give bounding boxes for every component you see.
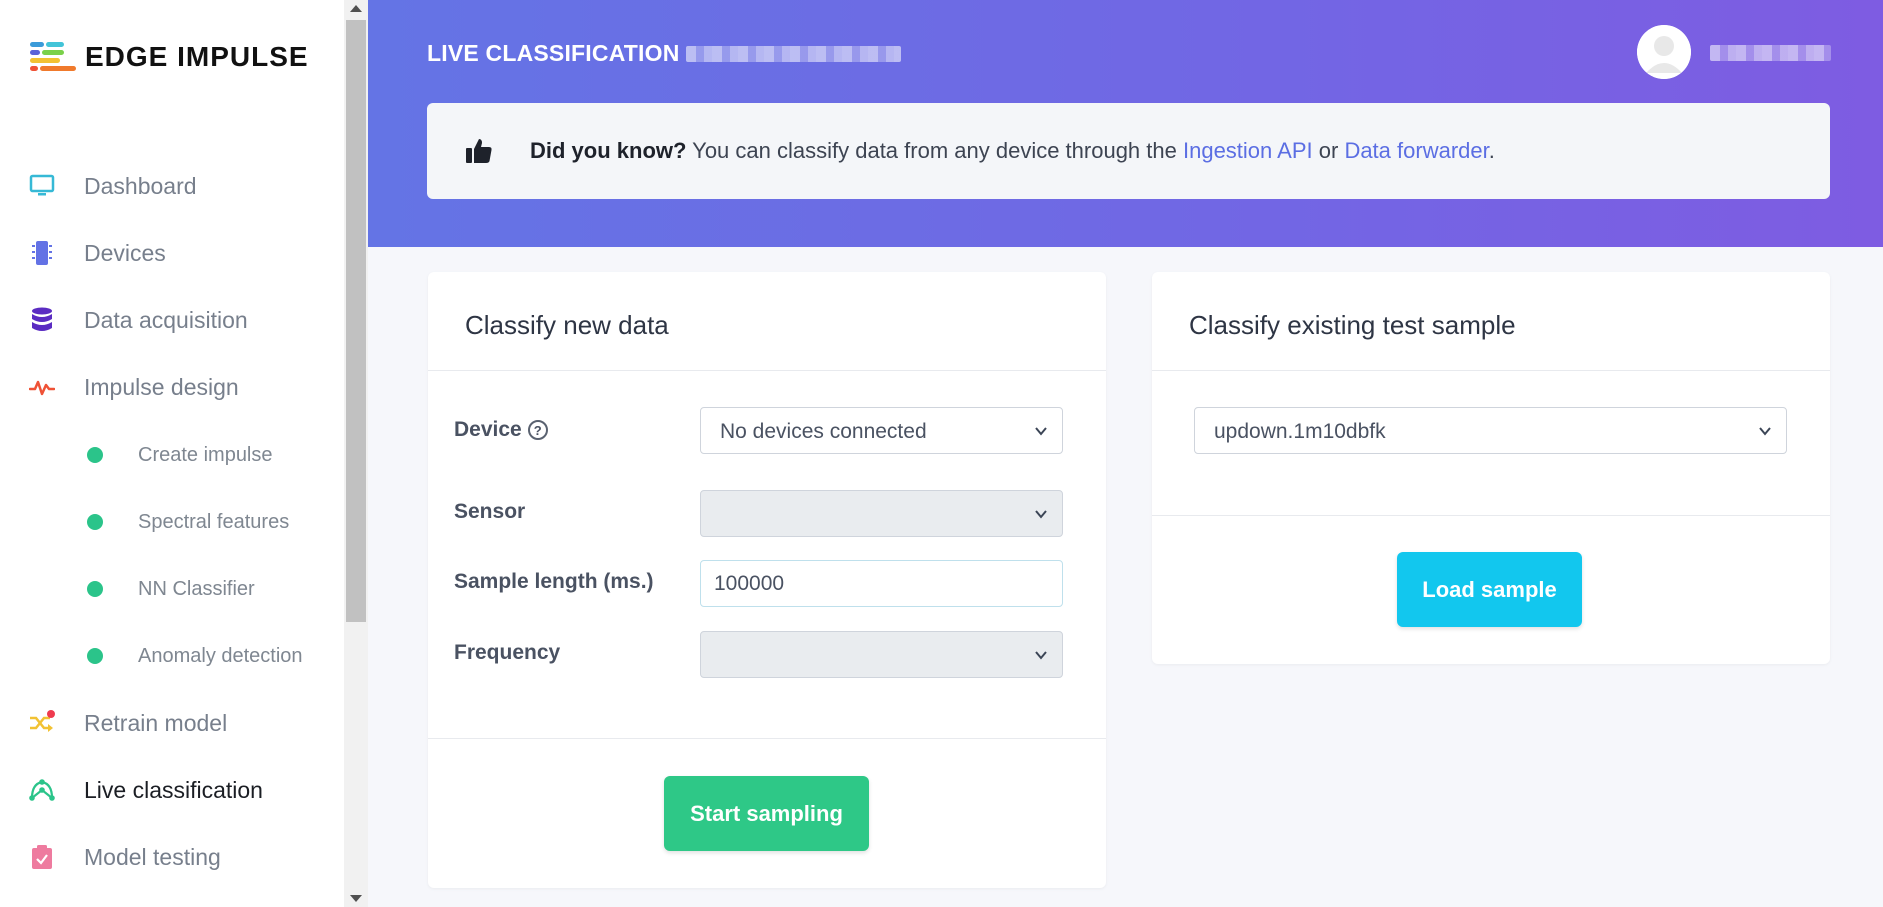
start-sampling-button[interactable]: Start sampling	[664, 776, 869, 851]
sample-length-label-text: Sample length (ms.)	[454, 570, 654, 593]
data-forwarder-link[interactable]: Data forwarder	[1344, 138, 1488, 163]
avatar[interactable]	[1637, 25, 1691, 79]
sidebar-subitem-label: Create impulse	[138, 443, 273, 466]
divider	[1152, 370, 1830, 371]
monitor-icon	[28, 172, 56, 200]
sidebar-subitem-label: NN Classifier	[138, 577, 255, 600]
redacted-project-name	[685, 45, 901, 62]
database-icon	[28, 306, 56, 334]
did-you-know-banner: Did you know? You can classify data from…	[427, 103, 1830, 199]
sample-length-label: Sample length (ms.)	[454, 570, 654, 594]
sidebar-item-devices[interactable]: Devices	[0, 229, 344, 277]
chevron-down-icon	[1035, 427, 1047, 436]
sidebar-subitem-label: Anomaly detection	[138, 644, 303, 667]
sensor-label-text: Sensor	[454, 500, 526, 523]
device-select[interactable]: No devices connected	[700, 407, 1063, 454]
status-dot-icon	[87, 581, 103, 597]
device-select-value: No devices connected	[720, 420, 927, 443]
classify-existing-sample-card: Classify existing test sample updown.1m1…	[1152, 272, 1830, 664]
load-sample-button[interactable]: Load sample	[1397, 552, 1582, 627]
device-label-text: Device	[454, 418, 522, 441]
status-dot-icon	[87, 648, 103, 664]
sensor-label: Sensor	[454, 500, 525, 524]
scroll-up-arrow-icon[interactable]	[350, 5, 362, 12]
chip-icon	[28, 239, 56, 267]
tip-end: .	[1488, 138, 1495, 163]
page-header: LIVE CLASSIFICATION Did you know? You ca…	[368, 0, 1883, 247]
ingestion-api-link[interactable]: Ingestion API	[1183, 138, 1313, 163]
tip-strong: Did you know?	[530, 138, 687, 163]
sidebar-item-label: Data acquisition	[84, 306, 248, 333]
pulse-icon	[28, 373, 56, 401]
clipboard-check-icon	[28, 843, 56, 871]
tip-middle: or	[1312, 138, 1345, 163]
sidebar-item-label: Impulse design	[84, 373, 239, 400]
logo-text: EDGE IMPULSE	[85, 41, 309, 72]
card-title: Classify new data	[465, 310, 669, 340]
test-sample-select-value: updown.1m10dbfk	[1214, 420, 1386, 443]
sidebar-subitem-spectral-features[interactable]: Spectral features	[0, 500, 344, 544]
tip-text: Did you know? You can classify data from…	[530, 138, 1495, 164]
sidebar-subitem-anomaly-detection[interactable]: Anomaly detection	[0, 634, 344, 678]
test-sample-select[interactable]: updown.1m10dbfk	[1194, 407, 1787, 454]
user-avatar-icon	[1637, 25, 1691, 79]
sidebar-item-live-classification[interactable]: Live classification	[0, 766, 344, 814]
divider	[428, 370, 1106, 371]
shuffle-icon	[28, 709, 56, 737]
chevron-down-icon	[1035, 651, 1047, 660]
sidebar-item-model-testing[interactable]: Model testing	[0, 833, 344, 881]
chevron-down-icon	[1759, 427, 1771, 436]
network-icon	[28, 776, 56, 804]
page-title-wrap: LIVE CLASSIFICATION	[427, 40, 901, 67]
sidebar-item-impulse-design[interactable]: Impulse design	[0, 363, 344, 411]
status-dot-icon	[87, 447, 103, 463]
sensor-select[interactable]	[700, 490, 1063, 537]
page-title: LIVE CLASSIFICATION	[427, 40, 680, 66]
sidebar-item-retrain-model[interactable]: Retrain model	[0, 699, 344, 747]
sidebar-subitem-nn-classifier[interactable]: NN Classifier	[0, 567, 344, 611]
sidebar: EDGE IMPULSE Dashboard Devices Data acqu…	[0, 0, 344, 907]
sidebar-subitem-label: Spectral features	[138, 510, 290, 533]
sidebar-scrollbar[interactable]	[344, 0, 368, 907]
chevron-down-icon	[1035, 510, 1047, 519]
frequency-label: Frequency	[454, 641, 560, 665]
frequency-label-text: Frequency	[454, 641, 561, 664]
redacted-username[interactable]	[1710, 45, 1831, 61]
sidebar-item-label: Live classification	[84, 776, 263, 803]
device-label: Device ?	[454, 418, 548, 442]
sidebar-item-data-acquisition[interactable]: Data acquisition	[0, 296, 344, 344]
frequency-select[interactable]	[700, 631, 1063, 678]
scroll-down-arrow-icon[interactable]	[350, 895, 362, 902]
scrollbar-thumb[interactable]	[346, 20, 366, 622]
status-dot-icon	[87, 514, 103, 530]
edge-impulse-logo-icon	[30, 42, 76, 71]
logo[interactable]: EDGE IMPULSE	[30, 40, 309, 74]
thumbs-up-icon	[466, 139, 492, 163]
sidebar-item-dashboard[interactable]: Dashboard	[0, 162, 344, 210]
sidebar-item-label: Dashboard	[84, 172, 197, 199]
divider	[1152, 515, 1830, 516]
card-title: Classify existing test sample	[1189, 310, 1516, 340]
sidebar-item-label: Retrain model	[84, 709, 228, 736]
divider	[428, 738, 1106, 739]
classify-new-data-card: Classify new data Device ? No devices co…	[428, 272, 1106, 888]
sidebar-item-label: Model testing	[84, 843, 221, 870]
sidebar-item-label: Devices	[84, 239, 166, 266]
sample-length-input[interactable]	[700, 560, 1063, 607]
sidebar-subitem-create-impulse[interactable]: Create impulse	[0, 433, 344, 477]
tip-body: You can classify data from any device th…	[686, 138, 1183, 163]
help-icon[interactable]: ?	[527, 420, 548, 440]
